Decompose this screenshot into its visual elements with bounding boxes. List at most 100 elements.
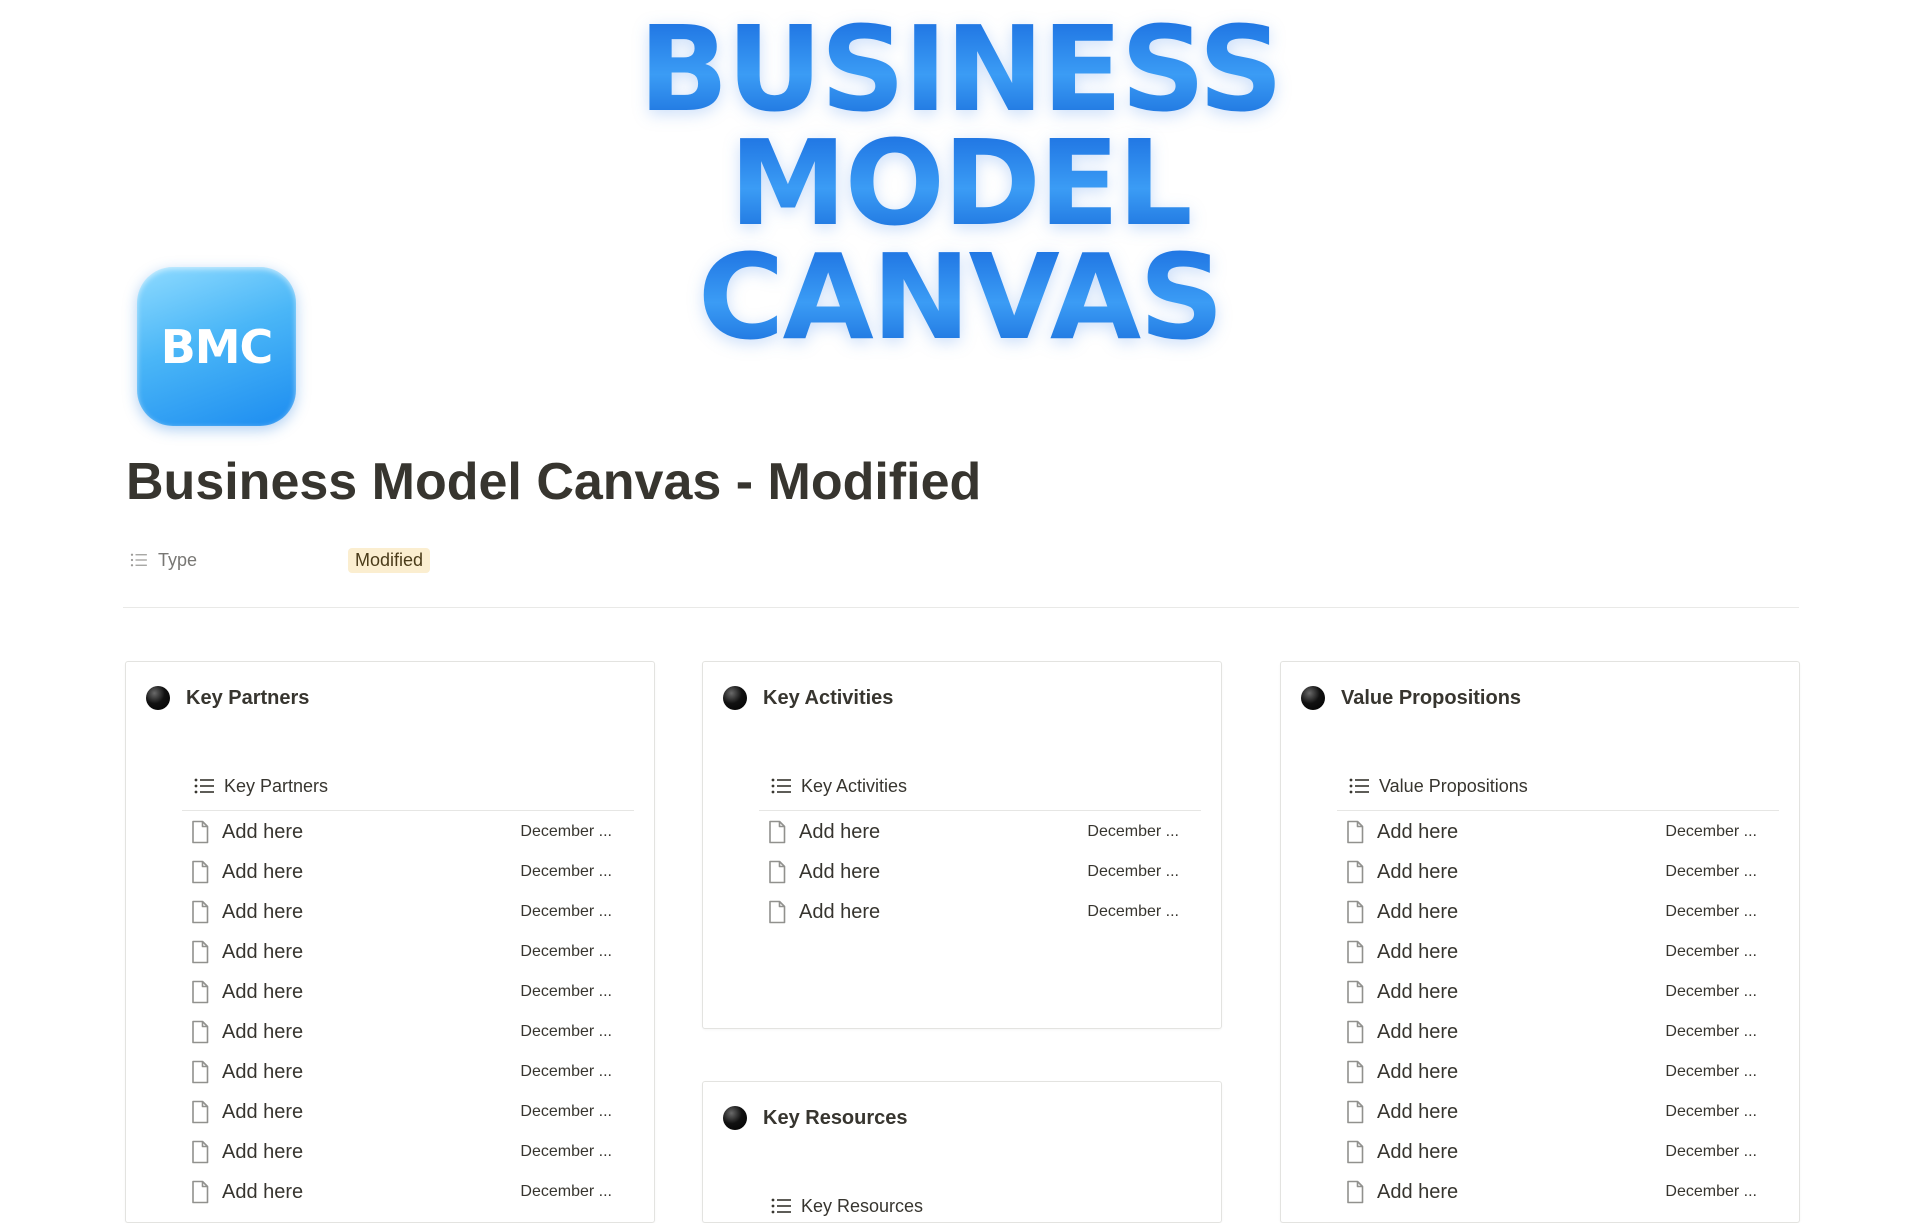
- list-item[interactable]: Add here December ...: [1337, 1172, 1779, 1212]
- list-rows: Add here December ... Add here December ..…: [759, 812, 1201, 932]
- item-title: Add here: [1377, 1140, 1459, 1163]
- page-icon: [190, 1100, 210, 1124]
- item-date: December ...: [520, 943, 612, 960]
- list-item[interactable]: Add here December ...: [182, 1052, 634, 1092]
- list-item[interactable]: Add here December ...: [182, 1132, 634, 1172]
- bmc-app-icon[interactable]: BMC: [137, 267, 296, 426]
- list-item[interactable]: Add here December ...: [182, 852, 634, 892]
- item-title: Add here: [222, 1100, 304, 1123]
- list-view-tab[interactable]: Key Resources: [759, 1192, 1201, 1222]
- list-item[interactable]: Add here December ...: [182, 1172, 634, 1212]
- list-view-tab[interactable]: Key Activities: [759, 772, 1201, 811]
- page-icon: [767, 820, 787, 844]
- key-resources-card: Key Resources Key Resources: [702, 1081, 1222, 1223]
- page-icon: [190, 940, 210, 964]
- item-title: Add here: [1377, 1020, 1459, 1043]
- item-title: Add here: [222, 1060, 304, 1083]
- item-title: Add here: [1377, 860, 1459, 883]
- list-item[interactable]: Add here December ...: [1337, 892, 1779, 932]
- view-name: Key Partners: [224, 775, 329, 796]
- black-circle-icon: [723, 686, 747, 710]
- list-item[interactable]: Add here December ...: [1337, 932, 1779, 972]
- page-icon: [190, 820, 210, 844]
- list-item[interactable]: Add here December ...: [182, 972, 634, 1012]
- item-date: December ...: [1665, 1103, 1757, 1120]
- item-date: December ...: [520, 1063, 612, 1080]
- item-title: Add here: [1377, 980, 1459, 1003]
- item-title: Add here: [1377, 900, 1459, 923]
- card-title: Key Partners: [186, 686, 310, 709]
- list-view-tab[interactable]: Value Propositions: [1337, 772, 1779, 811]
- page-icon-text: BMC: [160, 319, 274, 374]
- item-date: December ...: [1087, 903, 1179, 920]
- list-view-icon: [194, 778, 214, 794]
- page-icon: [1345, 1060, 1365, 1084]
- list-item[interactable]: Add here December ...: [759, 812, 1201, 852]
- item-date: December ...: [1665, 1183, 1757, 1200]
- list-item[interactable]: Add here December ...: [182, 932, 634, 972]
- page-title[interactable]: Business Model Canvas - Modified: [126, 452, 981, 512]
- black-circle-icon: [1301, 686, 1325, 710]
- item-date: December ...: [1665, 823, 1757, 840]
- item-date: December ...: [520, 983, 612, 1000]
- black-circle-icon: [723, 1106, 747, 1130]
- page-icon: [190, 1180, 210, 1204]
- page-icon: [190, 1140, 210, 1164]
- list-item[interactable]: Add here December ...: [1337, 1092, 1779, 1132]
- page-icon: [1345, 1020, 1365, 1044]
- page-icon: [767, 860, 787, 884]
- page-icon: [190, 860, 210, 884]
- card-header[interactable]: Value Propositions: [1301, 686, 1521, 710]
- item-date: December ...: [1087, 823, 1179, 840]
- list-item[interactable]: Add here December ...: [1337, 972, 1779, 1012]
- list-icon: [130, 553, 147, 567]
- page-icon: [1345, 940, 1365, 964]
- list-item[interactable]: Add here December ...: [759, 852, 1201, 892]
- page-icon: [1345, 1100, 1365, 1124]
- item-title: Add here: [222, 980, 304, 1003]
- item-date: December ...: [1665, 983, 1757, 1000]
- list-item[interactable]: Add here December ...: [182, 812, 634, 852]
- item-date: December ...: [520, 903, 612, 920]
- list-view-icon: [771, 1198, 791, 1214]
- item-title: Add here: [1377, 1100, 1459, 1123]
- list-item[interactable]: Add here December ...: [1337, 852, 1779, 892]
- type-tag[interactable]: Modified: [348, 547, 431, 573]
- page-icon: [767, 900, 787, 924]
- item-title: Add here: [799, 860, 881, 883]
- item-title: Add here: [222, 860, 304, 883]
- list-item[interactable]: Add here December ...: [1337, 1132, 1779, 1172]
- card-header[interactable]: Key Activities: [723, 686, 893, 710]
- list-view-tab[interactable]: Key Partners: [182, 772, 634, 811]
- item-title: Add here: [1377, 1180, 1459, 1203]
- list-item[interactable]: Add here December ...: [1337, 1012, 1779, 1052]
- item-date: December ...: [520, 1183, 612, 1200]
- cover-title-line: BUSINESS: [638, 0, 1284, 138]
- list-item[interactable]: Add here December ...: [1337, 1052, 1779, 1092]
- card-header[interactable]: Key Partners: [146, 686, 309, 710]
- item-date: December ...: [520, 1023, 612, 1040]
- list-rows: Add here December ... Add here December ..…: [182, 812, 634, 1212]
- view-name: Key Activities: [801, 775, 908, 796]
- black-circle-icon: [146, 686, 170, 710]
- property-type-row[interactable]: Type Modified: [130, 546, 431, 574]
- list-item[interactable]: Add here December ...: [759, 892, 1201, 932]
- item-date: December ...: [1665, 903, 1757, 920]
- view-name: Value Propositions: [1379, 775, 1528, 796]
- list-view-icon: [1349, 778, 1369, 794]
- item-title: Add here: [1377, 940, 1459, 963]
- list-item[interactable]: Add here December ...: [182, 892, 634, 932]
- card-header[interactable]: Key Resources: [723, 1106, 908, 1130]
- page-icon: [190, 900, 210, 924]
- list-item[interactable]: Add here December ...: [182, 1092, 634, 1132]
- item-title: Add here: [222, 820, 304, 843]
- item-date: December ...: [520, 823, 612, 840]
- cover-title-line: CANVAS: [697, 228, 1224, 366]
- item-date: December ...: [1665, 943, 1757, 960]
- page-icon: [1345, 1180, 1365, 1204]
- list-item[interactable]: Add here December ...: [1337, 812, 1779, 852]
- page-icon: [1345, 1140, 1365, 1164]
- card-title: Key Activities: [763, 686, 894, 709]
- list-item[interactable]: Add here December ...: [182, 1012, 634, 1052]
- item-title: Add here: [222, 1140, 304, 1163]
